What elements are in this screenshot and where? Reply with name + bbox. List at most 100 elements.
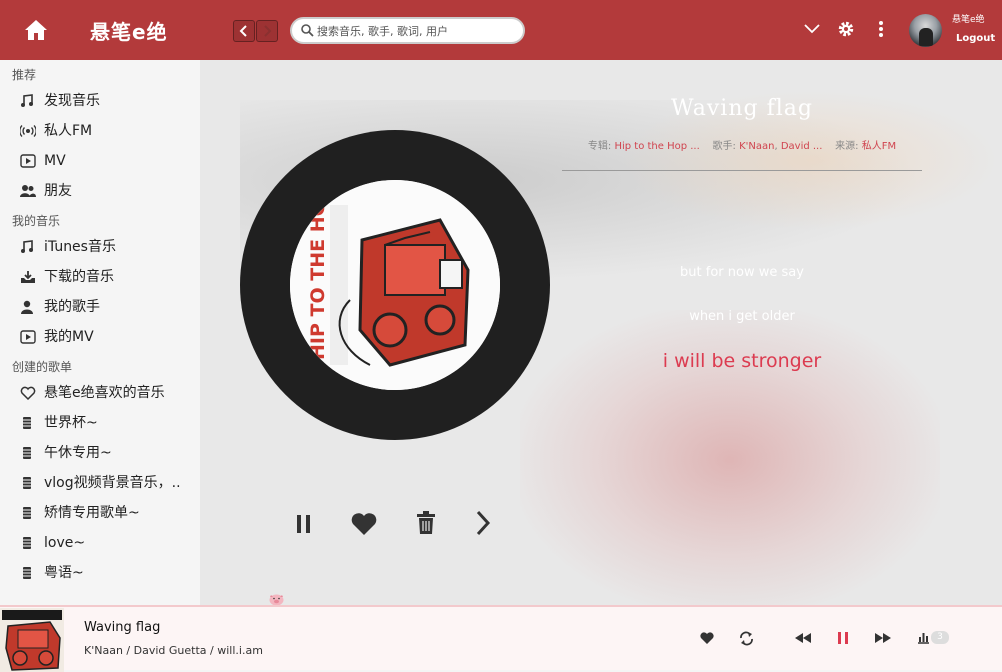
search-box (290, 17, 525, 44)
sidebar-item-playlist[interactable]: love~ (0, 528, 200, 558)
sidebar-item-label: 发现音乐 (44, 93, 100, 109)
player-artist-link[interactable]: will.i.am (217, 644, 263, 657)
artist-link[interactable]: K'Naan (739, 141, 774, 152)
playlist-icon (23, 447, 31, 459)
friends-icon (20, 185, 36, 197)
sidebar-item-label: 我的歌手 (44, 299, 100, 315)
source-label: 来源: (835, 141, 859, 152)
artist-separator: / (126, 644, 131, 657)
sidebar-item-label: 粤语~ (44, 565, 84, 581)
heart-icon[interactable] (699, 631, 715, 645)
home-icon[interactable] (24, 19, 48, 41)
player-album-art (0, 608, 64, 672)
artist-separator: / (210, 644, 214, 657)
user-name: 悬笔e绝 (952, 15, 985, 25)
back-button[interactable] (233, 20, 255, 42)
artist-label: 歌手: (712, 141, 736, 152)
sidebar-item-label: iTunes音乐 (44, 239, 116, 255)
sidebar-item-label: love~ (44, 535, 86, 551)
player-artist-link[interactable]: David Guetta (134, 644, 207, 657)
now-playing-panel: HIP TO THE HOP Waving flag 专辑: Hip to th… (200, 60, 1002, 605)
playlist-icon (23, 417, 31, 429)
sidebar-item-discover[interactable]: 发现音乐 (0, 86, 200, 116)
sidebar-item-label: 私人FM (44, 123, 93, 139)
search-input[interactable] (317, 22, 512, 40)
sidebar-item-label: 矫情专用歌单~ (44, 505, 140, 521)
sidebar-item-downloads[interactable]: 下载的音乐 (0, 262, 200, 292)
pause-icon[interactable] (837, 631, 849, 645)
radio-icon (20, 125, 36, 137)
sidebar-item-label: 我的MV (44, 329, 94, 345)
sidebar-item-label: 午休专用~ (44, 445, 112, 461)
person-icon (21, 300, 33, 314)
lyric-line-current: i will be stronger (662, 350, 822, 372)
pause-icon[interactable] (295, 514, 313, 534)
search-icon (301, 24, 314, 37)
sidebar-item-liked[interactable]: 悬笔e绝喜欢的音乐 (0, 378, 200, 408)
music-note-icon (21, 94, 33, 107)
heart-icon[interactable] (350, 512, 378, 536)
sidebar-item-playlist[interactable]: 世界杯~ (0, 408, 200, 438)
vinyl-disc: HIP TO THE HOP (240, 130, 550, 440)
next-icon[interactable] (475, 510, 491, 536)
album-cover: HIP TO THE HOP (290, 180, 500, 390)
album-art-text: HIP TO THE HOP (307, 186, 329, 360)
artist-link[interactable]: David ... (781, 141, 823, 152)
sidebar-section-title: 我的音乐 (12, 214, 61, 228)
sidebar-item-label: 悬笔e绝喜欢的音乐 (44, 385, 165, 401)
next-icon[interactable] (875, 633, 891, 643)
sidebar-item-my-artists[interactable]: 我的歌手 (0, 292, 200, 322)
music-note-icon (21, 240, 33, 253)
playlist-icon (23, 567, 31, 579)
previous-icon[interactable] (795, 633, 811, 643)
player-album-cover[interactable] (0, 608, 64, 672)
sidebar-item-itunes[interactable]: iTunes音乐 (0, 232, 200, 262)
chevron-left-icon (239, 25, 247, 37)
album-link[interactable]: Hip to the Hop ... (614, 141, 699, 152)
lyric-line: when i get older (689, 309, 795, 324)
pig-icon (269, 594, 284, 606)
player-song-title[interactable]: Waving flag (84, 620, 160, 635)
chevron-down-icon[interactable] (804, 23, 820, 35)
sidebar-item-friends[interactable]: 朋友 (0, 176, 200, 206)
queue-count-badge: 3 (931, 631, 949, 644)
playlist-icon (23, 477, 31, 489)
chevron-right-icon (264, 25, 272, 37)
playlist-queue-icon[interactable] (917, 631, 930, 644)
sidebar-item-label: vlog视频背景音乐，.. (44, 475, 181, 491)
sidebar-item-my-mv[interactable]: 我的MV (0, 322, 200, 352)
song-title: Waving flag (671, 96, 813, 121)
sidebar-item-fm[interactable]: 私人FM (0, 116, 200, 146)
lyric-line: but for now we say (680, 265, 804, 280)
forward-button[interactable] (256, 20, 278, 42)
divider (562, 170, 922, 171)
sidebar-item-label: 世界杯~ (44, 415, 98, 431)
playlist-icon (23, 537, 31, 549)
playlist-icon (23, 507, 31, 519)
trash-icon[interactable] (416, 511, 436, 535)
logout-button[interactable]: Logout (956, 33, 995, 44)
avatar[interactable] (909, 14, 942, 47)
song-meta: 专辑: Hip to the Hop ... 歌手: K'Naan, David… (587, 141, 897, 152)
sidebar-item-playlist[interactable]: 粤语~ (0, 558, 200, 588)
sidebar-section-title: 创建的歌单 (12, 360, 73, 374)
sidebar-item-mv[interactable]: MV (0, 146, 200, 176)
player-artist-link[interactable]: K'Naan (84, 644, 123, 657)
video-icon (20, 330, 36, 344)
video-icon (20, 154, 36, 168)
sidebar-item-label: 朋友 (44, 183, 72, 199)
repeat-icon[interactable] (739, 631, 754, 646)
sidebar: 推荐 发现音乐 私人FM MV 朋友 我的音乐 iTunes音乐 下载的音乐 我… (0, 60, 200, 605)
gear-icon[interactable] (837, 20, 855, 38)
top-bar: 悬笔e绝 悬笔e绝 Logout (0, 0, 1002, 60)
source-link[interactable]: 私人FM (862, 141, 896, 152)
sidebar-item-playlist[interactable]: vlog视频背景音乐，.. (0, 468, 200, 498)
album-label: 专辑: (587, 141, 612, 152)
sidebar-item-playlist[interactable]: 午休专用~ (0, 438, 200, 468)
more-vertical-icon[interactable] (878, 20, 884, 38)
album-art-image: HIP TO THE HOP (290, 180, 500, 390)
sidebar-item-playlist[interactable]: 矫情专用歌单~ (0, 498, 200, 528)
download-icon (21, 271, 35, 283)
player-bar: Waving flag K'Naan / David Guetta / will… (0, 605, 1002, 672)
sidebar-section-title: 推荐 (12, 68, 37, 82)
